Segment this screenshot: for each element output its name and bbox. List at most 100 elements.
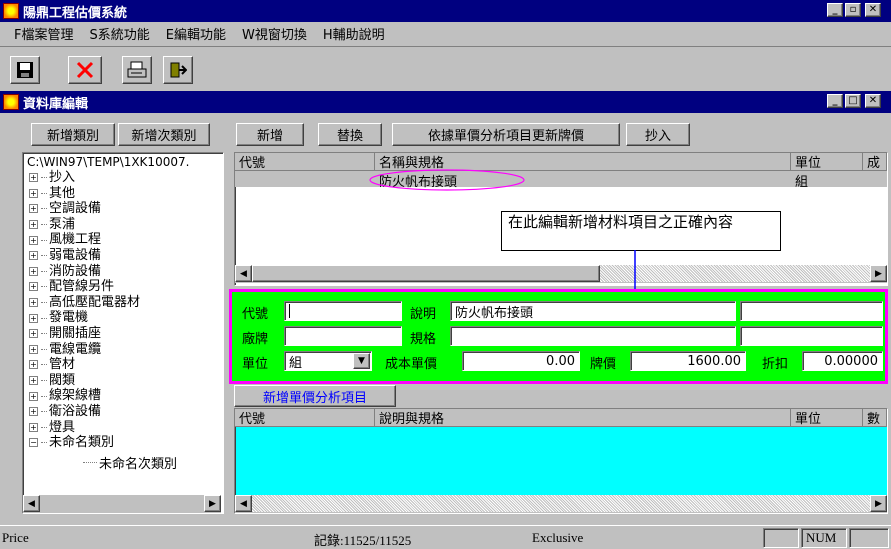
grid-hscrollbar[interactable]: ◀ ▶ bbox=[235, 265, 887, 283]
unit-label: 單位 bbox=[242, 357, 269, 372]
expand-icon[interactable]: + bbox=[29, 173, 38, 183]
tree-hscrollbar[interactable]: ◀ ▶ bbox=[23, 495, 221, 513]
unit-select[interactable]: 組 ▼ bbox=[284, 351, 372, 371]
grid-scroll-left-icon[interactable]: ◀ bbox=[235, 265, 252, 282]
tree-item[interactable]: + 空調設備 bbox=[25, 201, 221, 217]
print-button[interactable] bbox=[122, 56, 152, 84]
tree-item[interactable]: + 燈具 bbox=[25, 420, 221, 436]
discount-input[interactable]: 0.00000 bbox=[802, 351, 883, 371]
cost-input[interactable]: 0.00 bbox=[462, 351, 580, 371]
expand-icon[interactable]: + bbox=[29, 344, 38, 354]
col-cost[interactable]: 成 bbox=[863, 153, 887, 171]
status-num: NUM bbox=[801, 528, 847, 548]
tree-item[interactable]: + 開關插座 bbox=[25, 326, 221, 342]
copy-in-button[interactable]: 抄入 bbox=[626, 123, 690, 146]
col2-qty[interactable]: 數 bbox=[863, 409, 887, 427]
col2-desc-spec[interactable]: 說明與規格 bbox=[375, 409, 791, 427]
analysis-scroll-right-icon[interactable]: ▶ bbox=[870, 495, 887, 512]
menu-edit[interactable]: E編輯功能 bbox=[166, 24, 226, 43]
spec-extra-input[interactable] bbox=[740, 326, 883, 346]
price-input[interactable]: 1600.00 bbox=[630, 351, 746, 371]
tree-item[interactable]: + 消防設備 bbox=[25, 264, 221, 280]
update-price-button[interactable]: 依據單價分析項目更新牌價 bbox=[392, 123, 620, 146]
scroll-left-icon[interactable]: ◀ bbox=[23, 495, 40, 512]
close-button[interactable]: ✕ bbox=[865, 3, 881, 17]
tree-item-label: 空調設備 bbox=[49, 201, 102, 217]
tree-item[interactable]: + 電線電纜 bbox=[25, 342, 221, 358]
minimize-button[interactable]: _ bbox=[827, 3, 843, 17]
grid-row-selected[interactable]: 防火帆布接頭 組 bbox=[235, 171, 887, 190]
col2-code[interactable]: 代號 bbox=[235, 409, 375, 427]
tree-child-item[interactable]: 未命名次類別 bbox=[81, 453, 180, 472]
expand-icon[interactable]: + bbox=[29, 266, 38, 276]
tree-item[interactable]: + 閥類 bbox=[25, 373, 221, 389]
save-button[interactable] bbox=[10, 56, 40, 84]
tree-item[interactable]: + 泵浦 bbox=[25, 217, 221, 233]
child-title: 資料庫編輯 bbox=[23, 96, 89, 112]
menu-help[interactable]: H輔助說明 bbox=[323, 24, 385, 43]
spec-input[interactable] bbox=[450, 326, 736, 346]
expand-icon[interactable]: + bbox=[29, 298, 38, 308]
tree-item[interactable]: + 發電機 bbox=[25, 310, 221, 326]
expand-icon[interactable]: + bbox=[29, 360, 38, 370]
code-input[interactable] bbox=[284, 301, 402, 321]
tree-item[interactable]: + 抄入 bbox=[25, 170, 221, 186]
tree-item[interactable]: + 配管線另件 bbox=[25, 279, 221, 295]
col2-unit[interactable]: 單位 bbox=[791, 409, 863, 427]
expand-icon[interactable]: + bbox=[29, 251, 38, 261]
col-unit[interactable]: 單位 bbox=[791, 153, 863, 171]
expand-icon[interactable]: + bbox=[29, 313, 38, 323]
expand-icon[interactable]: + bbox=[29, 188, 38, 198]
tree-item[interactable]: + 弱電設備 bbox=[25, 248, 221, 264]
expand-icon[interactable]: + bbox=[29, 407, 38, 417]
add-analysis-button[interactable]: 新增單價分析項目 bbox=[234, 385, 396, 407]
expand-icon[interactable]: + bbox=[29, 422, 38, 432]
tree-item-label: 閥類 bbox=[49, 372, 76, 388]
collapse-icon[interactable]: − bbox=[29, 438, 38, 448]
child-maximize-button[interactable]: □ bbox=[845, 94, 861, 108]
tree-item[interactable]: + 線架線槽 bbox=[25, 388, 221, 404]
delete-button[interactable] bbox=[68, 56, 102, 84]
edit-form: 代號 說明 防火帆布接頭 廠牌 規格 單位 組 ▼ 成本單價 0.00 牌價 1… bbox=[229, 289, 888, 384]
add-button[interactable]: 新增 bbox=[236, 123, 304, 146]
tree-item[interactable]: + 管材 bbox=[25, 357, 221, 373]
analysis-grid: 代號 說明與規格 單位 數 ◀ ▶ bbox=[234, 408, 888, 514]
restore-button[interactable]: ▫ bbox=[845, 3, 861, 17]
add-category-button[interactable]: 新增類別 bbox=[31, 123, 115, 146]
child-close-button[interactable]: ✕ bbox=[865, 94, 881, 108]
analysis-scroll-left-icon[interactable]: ◀ bbox=[235, 495, 252, 512]
desc-extra-input[interactable] bbox=[740, 301, 883, 321]
tree-item[interactable]: + 其他 bbox=[25, 186, 221, 202]
replace-button[interactable]: 替換 bbox=[318, 123, 382, 146]
expand-icon[interactable]: + bbox=[29, 282, 38, 292]
desc-input[interactable]: 防火帆布接頭 bbox=[450, 301, 736, 321]
menu-window[interactable]: W視窗切換 bbox=[242, 24, 307, 43]
tree-item[interactable]: + 衛浴設備 bbox=[25, 404, 221, 420]
expand-icon[interactable]: + bbox=[29, 235, 38, 245]
print-icon bbox=[127, 61, 147, 78]
add-subcategory-button[interactable]: 新增次類別 bbox=[118, 123, 210, 146]
category-tree[interactable]: C:\WIN97\TEMP\1XK10007. + 抄入 + 其他 + 空調設備 + 泵浦 + 風… bbox=[22, 152, 224, 514]
exit-button[interactable] bbox=[163, 56, 193, 84]
tree-item[interactable]: + 高低壓配電器材 bbox=[25, 295, 221, 311]
menu-system[interactable]: S系統功能 bbox=[89, 24, 149, 43]
scroll-right-icon[interactable]: ▶ bbox=[204, 495, 221, 512]
col-code[interactable]: 代號 bbox=[235, 153, 375, 171]
chevron-down-icon[interactable]: ▼ bbox=[353, 353, 370, 369]
expand-icon[interactable]: + bbox=[29, 220, 38, 230]
brand-label: 廠牌 bbox=[242, 332, 269, 347]
brand-input[interactable] bbox=[284, 326, 402, 346]
grid-scroll-thumb[interactable] bbox=[252, 265, 600, 282]
expand-icon[interactable]: + bbox=[29, 204, 38, 214]
expand-icon[interactable]: + bbox=[29, 376, 38, 386]
analysis-hscrollbar[interactable]: ◀ ▶ bbox=[235, 495, 887, 513]
tree-item[interactable]: + 風機工程 bbox=[25, 232, 221, 248]
tree-path: C:\WIN97\TEMP\1XK10007. bbox=[27, 155, 190, 169]
menu-file[interactable]: F檔案管理 bbox=[14, 24, 73, 43]
discount-label: 折扣 bbox=[762, 357, 789, 372]
expand-icon[interactable]: + bbox=[29, 329, 38, 339]
expand-icon[interactable]: + bbox=[29, 391, 38, 401]
grid-scroll-right-icon[interactable]: ▶ bbox=[870, 265, 887, 282]
tree-item[interactable]: − 未命名類別 bbox=[25, 435, 221, 451]
child-minimize-button[interactable]: _ bbox=[827, 94, 843, 108]
